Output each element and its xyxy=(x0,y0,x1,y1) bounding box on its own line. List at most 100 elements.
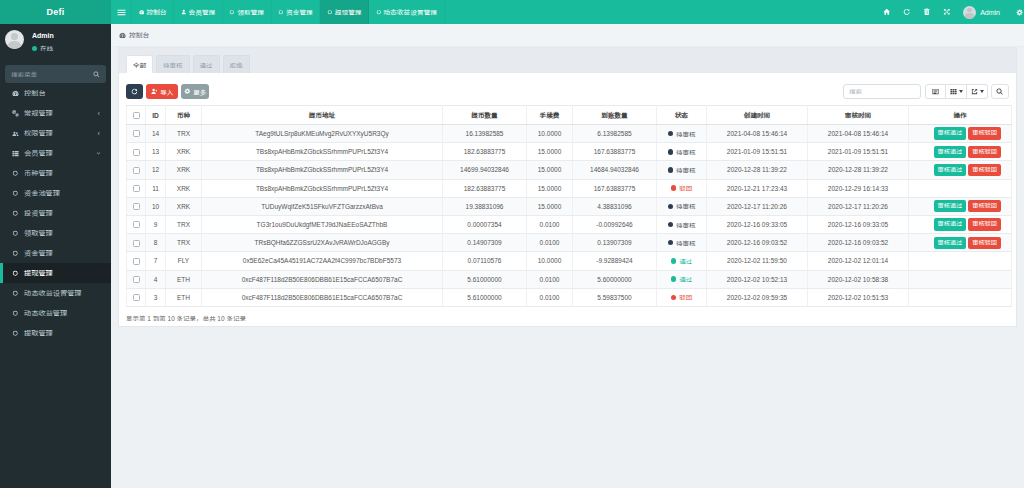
import-button[interactable]: 导入 xyxy=(146,84,178,99)
row-checkbox[interactable] xyxy=(133,167,140,174)
cell-status: 待审核 xyxy=(657,161,707,179)
approve-button[interactable]: 审核通过 xyxy=(934,127,967,139)
row-checkbox[interactable] xyxy=(133,294,140,301)
column-header-4[interactable]: 手续费 xyxy=(527,106,573,125)
row-checkbox-cell xyxy=(127,288,146,306)
nav-item-2[interactable]: 领取管理 xyxy=(223,0,272,24)
reject-button[interactable]: 审核驳回 xyxy=(968,146,1001,158)
circle-o-icon xyxy=(278,9,284,16)
tab-3[interactable]: 拒绝 xyxy=(223,55,250,73)
user-menu[interactable]: Admin xyxy=(957,0,1015,24)
row-checkbox[interactable] xyxy=(133,149,140,156)
export-button[interactable] xyxy=(967,84,988,99)
table-row: 7 FLY 0x5E62eCa45A45191AC72AA2f4C9997bc7… xyxy=(127,252,1012,270)
table-row: 10 XRK TUDuyWqifZeK51SFkuVFZTGarzzxAtBva… xyxy=(127,197,1012,215)
home-button[interactable] xyxy=(877,0,897,24)
circle-o-icon xyxy=(12,310,19,317)
cell-coin: TRX xyxy=(166,234,202,252)
nav-item-4[interactable]: 提现管理 xyxy=(320,0,369,24)
avatar xyxy=(963,6,976,19)
select-all-checkbox[interactable] xyxy=(133,112,140,119)
column-header-5[interactable]: 到账数量 xyxy=(573,106,657,125)
column-header-1[interactable]: 币种 xyxy=(166,106,202,125)
dashboard-icon xyxy=(119,32,126,39)
gear-icon xyxy=(184,88,191,95)
sidebar-item-1[interactable]: 常规管理 xyxy=(0,103,111,123)
sidebar-item-10[interactable]: 动态收益设置管理 xyxy=(0,283,111,303)
columns-button[interactable] xyxy=(946,84,967,99)
more-button[interactable]: 更多 xyxy=(181,84,209,99)
reject-button[interactable]: 审核驳回 xyxy=(968,200,1001,212)
nav-item-5[interactable]: 动态收益设置管理 xyxy=(369,0,445,24)
settings-button[interactable] xyxy=(1015,0,1024,24)
cell-address: TRsBQHfa6ZZGSsrU2XAvJvRAWrDJoAGGBy xyxy=(202,234,443,252)
tab-1[interactable]: 待审核 xyxy=(156,55,190,73)
row-checkbox[interactable] xyxy=(133,240,140,247)
search-icon xyxy=(996,88,1004,96)
clear-cache-button[interactable] xyxy=(917,0,937,24)
column-header-8[interactable]: 审核时间 xyxy=(808,106,909,125)
reject-button[interactable]: 审核驳回 xyxy=(968,127,1001,139)
sidebar-item-2[interactable]: 权限管理 xyxy=(0,123,111,143)
sidebar-item-4[interactable]: 币种管理 xyxy=(0,163,111,183)
table-row: 4 ETH 0xcF487F118d2B50E806DBB61E15caFCCA… xyxy=(127,270,1012,288)
sidebar-item-11[interactable]: 动态收益管理 xyxy=(0,303,111,323)
row-checkbox[interactable] xyxy=(133,276,140,283)
status-badge: 驳回 xyxy=(671,183,693,193)
search-icon[interactable] xyxy=(93,71,100,78)
nav-item-3[interactable]: 资金管理 xyxy=(272,0,321,24)
nav-item-0[interactable]: 控制台 xyxy=(131,0,174,24)
reject-button[interactable]: 审核驳回 xyxy=(968,164,1001,176)
sidebar-item-icon xyxy=(11,270,20,277)
sidebar-toggle-button[interactable] xyxy=(111,0,131,24)
sidebar-item-9[interactable]: 提现管理 xyxy=(0,263,111,283)
row-checkbox[interactable] xyxy=(133,203,140,210)
cell-received: 6.13982585 xyxy=(573,125,657,143)
breadcrumb-label[interactable]: 控制台 xyxy=(129,30,149,40)
table-search-input[interactable] xyxy=(843,84,921,99)
approve-button[interactable]: 审核通过 xyxy=(934,218,967,230)
column-header-6[interactable]: 状态 xyxy=(657,106,707,125)
main-content: 控制台 全部 待审核 通过 拒绝 导入 更多 xyxy=(111,24,1024,488)
search-button[interactable] xyxy=(991,84,1009,99)
row-checkbox[interactable] xyxy=(133,185,140,192)
trash-icon xyxy=(923,8,931,16)
row-checkbox[interactable] xyxy=(133,258,140,265)
nav-item-1[interactable]: 会员管理 xyxy=(174,0,223,24)
cell-actions xyxy=(909,270,1012,288)
reject-button[interactable]: 审核驳回 xyxy=(968,237,1001,249)
column-header-0[interactable]: ID xyxy=(146,106,166,125)
sidebar-item-6[interactable]: 投资管理 xyxy=(0,203,111,223)
refresh-table-button[interactable] xyxy=(126,84,143,99)
sidebar-item-7[interactable]: 领取管理 xyxy=(0,223,111,243)
sidebar-item-icon xyxy=(11,190,20,197)
approve-button[interactable]: 审核通过 xyxy=(934,146,967,158)
approve-button[interactable]: 审核通过 xyxy=(934,200,967,212)
row-checkbox[interactable] xyxy=(133,221,140,228)
column-header-3[interactable]: 提币数量 xyxy=(443,106,527,125)
sidebar-item-3[interactable]: 会员管理 xyxy=(0,143,111,163)
refresh-page-button[interactable] xyxy=(897,0,917,24)
cell-created: 2020-12-21 17:23:43 xyxy=(707,179,808,197)
tab-2[interactable]: 通过 xyxy=(193,55,220,73)
column-header-2[interactable]: 提币地址 xyxy=(202,106,443,125)
sidebar-item-5[interactable]: 资金池管理 xyxy=(0,183,111,203)
sidebar-item-12[interactable]: 提取管理 xyxy=(0,323,111,343)
column-header-9[interactable]: 操作 xyxy=(909,106,1012,125)
app-logo[interactable]: Defi xyxy=(0,0,111,24)
menu-search-input[interactable] xyxy=(11,71,93,78)
reject-button[interactable]: 审核驳回 xyxy=(968,218,1001,230)
row-checkbox[interactable] xyxy=(133,130,140,137)
approve-button[interactable]: 审核通过 xyxy=(934,237,967,249)
column-header-7[interactable]: 创建时间 xyxy=(707,106,808,125)
card-view-button[interactable] xyxy=(925,84,946,99)
approve-button[interactable]: 审核通过 xyxy=(934,164,967,176)
sidebar-item-8[interactable]: 资金管理 xyxy=(0,243,111,263)
cell-address: TBs8xpAHbBmkZGbckSSrhmmPUPrL5Zt3Y4 xyxy=(202,161,443,179)
sidebar-item-0[interactable]: 控制台 xyxy=(0,83,111,103)
cell-received: 5.60000000 xyxy=(573,270,657,288)
fullscreen-button[interactable] xyxy=(937,0,957,24)
cell-status: 待审核 xyxy=(657,143,707,161)
tab-0[interactable]: 全部 xyxy=(126,55,153,73)
cell-id: 12 xyxy=(146,161,166,179)
